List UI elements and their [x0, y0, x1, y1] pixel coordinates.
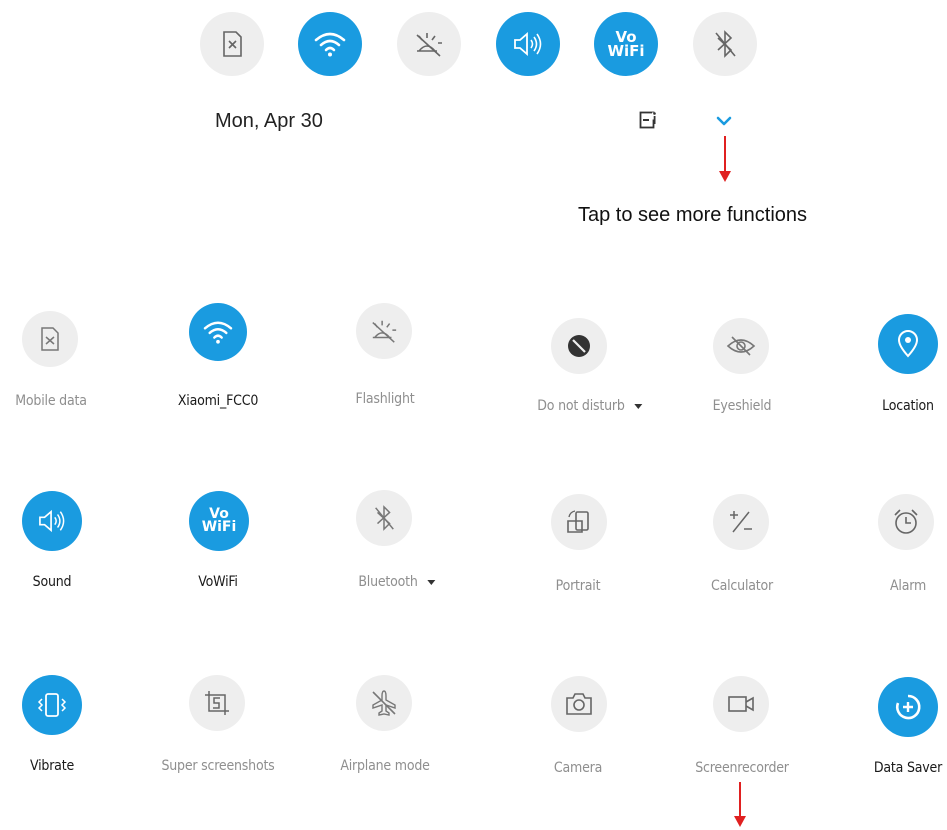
data-saver-icon [896, 694, 921, 720]
tile-screenrecorder[interactable] [713, 676, 769, 732]
top-mobile-data-toggle[interactable] [200, 12, 264, 76]
tile-eyeshield-label: Eyeshield [712, 398, 772, 414]
sound-icon [514, 32, 542, 56]
dropdown-caret-icon[interactable] [634, 403, 643, 409]
tile-vibrate[interactable] [22, 675, 82, 735]
tile-calculator[interactable] [713, 494, 769, 550]
location-pin-icon [897, 330, 919, 358]
tile-screenrecorder-label: Screenrecorder [695, 760, 789, 776]
vowifi-icon: Vo WiFi [607, 28, 645, 60]
flashlight-icon [372, 320, 397, 343]
top-wifi-toggle[interactable] [298, 12, 362, 76]
rotate-icon [567, 510, 589, 533]
top-sound-toggle[interactable] [496, 12, 560, 76]
alarm-clock-icon [894, 509, 918, 534]
tile-airplane-mode[interactable] [356, 675, 412, 731]
tile-location[interactable] [878, 314, 938, 374]
tile-flashlight-label: Flashlight [355, 391, 415, 407]
moon-icon [568, 335, 590, 357]
tile-portrait[interactable] [551, 494, 607, 550]
flashlight-icon [416, 33, 442, 57]
annotation-text: Tap to see more functions [578, 204, 808, 226]
tile-do-not-disturb-label: Do not disturb [537, 398, 643, 414]
top-bluetooth-toggle[interactable] [693, 12, 757, 76]
tile-portrait-label: Portrait [555, 578, 601, 594]
annotation-arrowhead [719, 171, 731, 182]
tile-vowifi-label: VoWiFi [198, 574, 238, 590]
tile-calculator-label: Calculator [711, 578, 773, 594]
sim-icon [223, 31, 242, 57]
date-text: Mon, Apr 30 [215, 110, 323, 132]
eye-off-icon [726, 336, 756, 356]
annotation-arrow [739, 782, 741, 817]
chevron-down-icon[interactable] [716, 115, 732, 127]
bluetooth-icon [375, 505, 394, 531]
tile-bluetooth[interactable] [356, 490, 412, 546]
tile-flashlight[interactable] [356, 303, 412, 359]
vowifi-icon: Vo WiFi [201, 506, 237, 535]
sound-icon [39, 509, 65, 533]
tile-wifi[interactable] [189, 303, 247, 361]
calculator-icon [730, 511, 752, 533]
tile-data-saver[interactable] [878, 677, 938, 737]
tile-sound-label: Sound [32, 574, 72, 590]
tile-vowifi[interactable]: Vo WiFi [189, 491, 249, 551]
video-icon [728, 696, 754, 712]
bluetooth-icon [715, 30, 736, 58]
top-vowifi-toggle[interactable]: Vo WiFi [594, 12, 658, 76]
camera-icon [566, 693, 592, 715]
annotation-arrow [724, 136, 726, 173]
tile-vibrate-label: Vibrate [30, 758, 74, 774]
airplane-icon [372, 690, 396, 716]
tile-wifi-label: Xiaomi_FCC0 [177, 393, 259, 409]
tile-camera[interactable] [551, 676, 607, 732]
dropdown-caret-icon[interactable] [427, 579, 436, 585]
tile-sound[interactable] [22, 491, 82, 551]
tile-bluetooth-label: Bluetooth [358, 574, 436, 590]
tile-airplane-mode-label: Airplane mode [340, 758, 430, 774]
tile-location-label: Location [882, 398, 934, 414]
sim-icon [41, 327, 59, 351]
annotation-arrowhead [734, 816, 746, 827]
edit-icon[interactable] [639, 111, 657, 129]
tile-alarm-label: Alarm [889, 578, 927, 594]
tile-eyeshield[interactable] [713, 318, 769, 374]
top-flashlight-toggle[interactable] [397, 12, 461, 76]
tile-mobile-data-label: Mobile data [15, 393, 87, 409]
tile-data-saver-label: Data Saver [873, 760, 943, 776]
wifi-icon [314, 32, 346, 57]
vibrate-icon [37, 693, 67, 717]
bluetooth-text: Bluetooth [358, 574, 418, 590]
do-not-disturb-text: Do not disturb [537, 398, 625, 414]
wifi-icon [203, 321, 233, 344]
tile-alarm[interactable] [878, 494, 934, 550]
tile-mobile-data[interactable] [22, 311, 78, 367]
tile-camera-label: Camera [553, 760, 603, 776]
tile-do-not-disturb[interactable] [551, 318, 607, 374]
tile-super-screenshots-label: Super screenshots [161, 758, 275, 774]
screenshot-icon [205, 691, 229, 715]
tile-super-screenshots[interactable] [189, 675, 245, 731]
